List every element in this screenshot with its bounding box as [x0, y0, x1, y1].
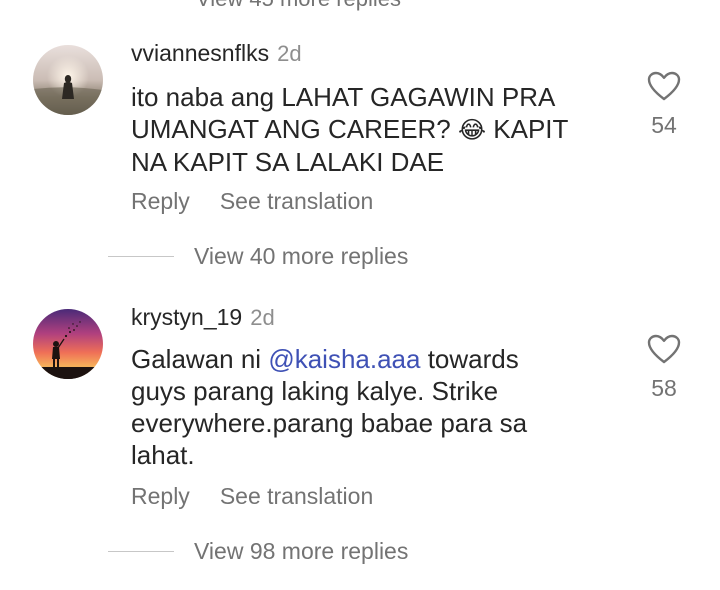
mention-link[interactable]: @kaisha.aaa	[268, 344, 420, 374]
reply-button[interactable]: Reply	[131, 483, 190, 509]
see-translation-button[interactable]: See translation	[220, 188, 373, 214]
comment-text-segment: KAPIT	[486, 114, 569, 144]
view-replies-row: View 98 more replies	[108, 538, 408, 565]
comment-actions: Reply See translation	[131, 188, 373, 215]
comment-text-segment: towards	[420, 344, 519, 374]
avatar[interactable]	[33, 309, 103, 379]
comment-text-line: guys parang laking kalye. Strike	[131, 376, 499, 406]
comment-text-segment: UMANGAT ANG CAREER?	[131, 114, 458, 144]
comment-text-line: ito naba ang LAHAT GAGAWIN PRA	[131, 82, 556, 112]
timestamp: 2d	[250, 305, 275, 330]
comment-text: Galawan ni @kaisha.aaa towards guys para…	[131, 343, 606, 471]
username[interactable]: vviannesnflks	[131, 40, 269, 66]
comment-header: vviannesnflks 2d	[131, 40, 302, 67]
replies-divider	[108, 551, 174, 552]
reply-button[interactable]: Reply	[131, 188, 190, 214]
comment-actions: Reply See translation	[131, 483, 373, 510]
profile-avatar-icon	[33, 309, 103, 379]
replies-divider	[108, 256, 174, 257]
comment-text-line: everywhere.parang babae para sa	[131, 408, 528, 438]
view-more-replies-button[interactable]: View 40 more replies	[194, 243, 408, 270]
comment-text: ito naba ang LAHAT GAGAWIN PRA UMANGAT A…	[131, 81, 606, 178]
like-count: 54	[651, 112, 677, 138]
like-count: 58	[651, 375, 677, 401]
like-heart-icon[interactable]	[647, 71, 681, 101]
see-translation-button[interactable]: See translation	[220, 483, 373, 509]
timestamp: 2d	[277, 41, 302, 66]
like-heart-icon[interactable]	[647, 334, 681, 364]
view-more-replies-partial[interactable]: View 45 more replies	[196, 0, 401, 12]
comment-text-line: NA KAPIT SA LALAKI DAE	[131, 147, 445, 177]
username[interactable]: krystyn_19	[131, 304, 242, 330]
view-replies-row: View 40 more replies	[108, 243, 408, 270]
laughing-emoji-icon: 😂	[458, 116, 487, 144]
comment-header: krystyn_19 2d	[131, 304, 275, 331]
profile-avatar-icon	[33, 45, 103, 115]
comment-text-segment: Galawan ni	[131, 344, 269, 374]
view-more-replies-button[interactable]: View 98 more replies	[194, 538, 408, 565]
comment-text-line: lahat.	[131, 440, 195, 470]
avatar[interactable]	[33, 45, 103, 115]
comment-text-line: Galawan ni @kaisha.aaa towards	[131, 343, 606, 375]
comment-text-line: UMANGAT ANG CAREER? 😂 KAPIT	[131, 113, 606, 146]
